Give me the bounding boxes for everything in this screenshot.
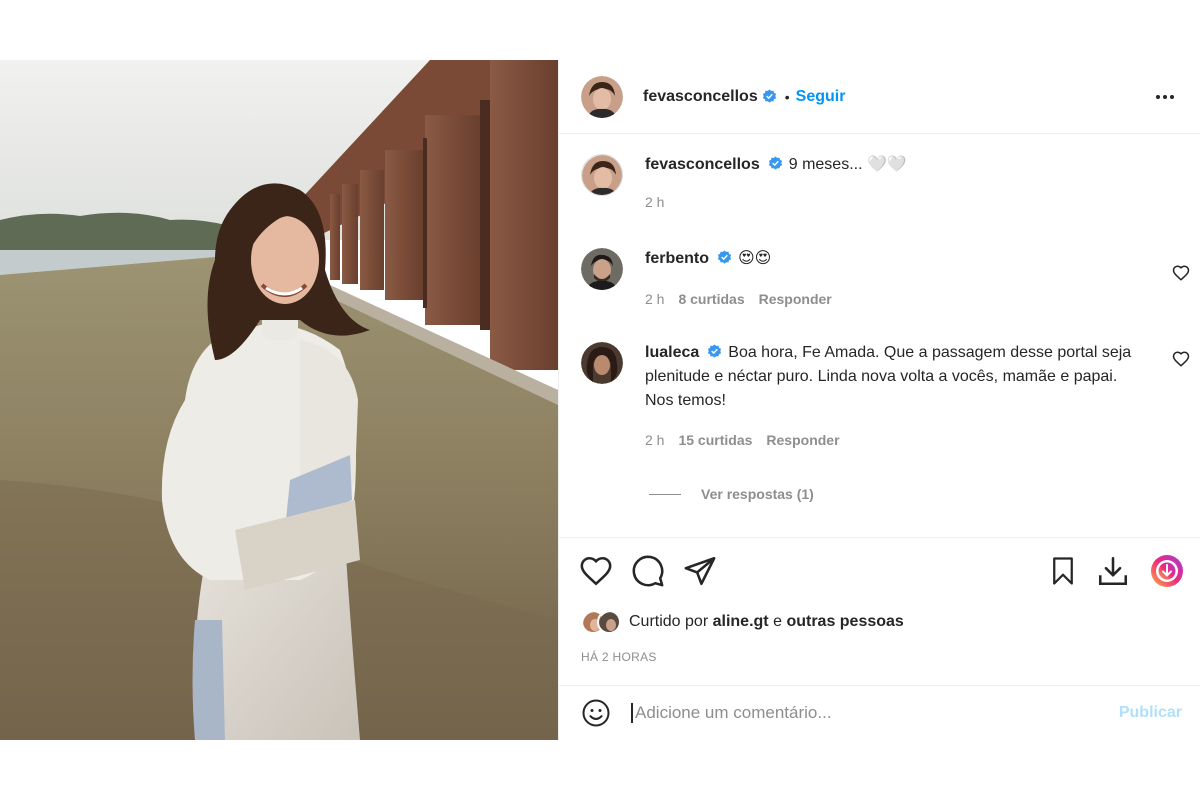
comment-likes[interactable]: 15 curtidas	[678, 432, 752, 448]
post-photo[interactable]	[0, 60, 558, 740]
caption-meta: 2 h	[645, 194, 664, 210]
commenter-username[interactable]: ferbento	[645, 250, 709, 267]
post-image	[0, 60, 558, 740]
author-username[interactable]: fevasconcellos	[643, 88, 758, 106]
comment-text-line: lualeca Boa hora, Fe Amada. Que a passage…	[645, 341, 1142, 413]
header-separator: •	[784, 88, 790, 105]
replies-divider-line	[649, 493, 681, 495]
verified-badge-icon	[708, 344, 722, 358]
like-heart-icon[interactable]	[579, 554, 613, 588]
download-extension-icon[interactable]	[1150, 554, 1184, 588]
comment-body: 😍😍	[738, 250, 772, 267]
caption-username[interactable]: fevasconcellos	[645, 156, 760, 173]
verified-badge-icon	[762, 89, 776, 103]
emoji-icon[interactable]	[581, 698, 611, 728]
view-replies-button[interactable]: Ver respostas (1)	[649, 486, 814, 502]
comment-time[interactable]: 2 h	[645, 291, 664, 307]
share-send-icon[interactable]	[683, 554, 717, 588]
like-comment-heart-icon[interactable]	[1172, 350, 1190, 368]
action-icons-row	[579, 554, 1184, 590]
download-icon[interactable]	[1096, 554, 1130, 588]
commenter-avatar[interactable]	[581, 342, 623, 384]
post-timestamp[interactable]: HÁ 2 HORAS	[581, 650, 657, 664]
post-header: fevasconcellos • Seguir	[559, 60, 1200, 134]
liked-by[interactable]: Curtido por aline.gt e outras pessoas	[581, 610, 904, 634]
liked-by-user[interactable]: aline.gt	[713, 613, 769, 630]
comment-text-line: ferbento 😍😍	[645, 247, 1142, 271]
caption-time[interactable]: 2 h	[645, 194, 664, 210]
liked-by-conj: e	[773, 613, 782, 630]
reply-button[interactable]: Responder	[766, 432, 839, 448]
caption-author-avatar[interactable]	[581, 154, 623, 196]
save-bookmark-icon[interactable]	[1048, 554, 1078, 588]
comment-likes[interactable]: 8 curtidas	[678, 291, 744, 307]
liked-by-prefix: Curtido por	[629, 613, 709, 630]
like-comment-heart-icon[interactable]	[1172, 264, 1190, 282]
comment-input[interactable]	[631, 703, 1119, 723]
liker-avatar	[597, 610, 621, 634]
author-avatar[interactable]	[581, 75, 623, 118]
liked-by-others[interactable]: outras pessoas	[786, 613, 903, 630]
view-replies-label: Ver respostas (1)	[701, 486, 814, 502]
caption: fevasconcellos 9 meses... 🤍🤍 2 h	[581, 154, 1178, 224]
caption-body: 9 meses... 🤍🤍	[788, 156, 907, 173]
publish-button[interactable]: Publicar	[1119, 704, 1182, 722]
verified-badge-icon	[717, 250, 732, 264]
liked-by-text: Curtido por aline.gt e outras pessoas	[629, 613, 904, 631]
comment-bubble-icon[interactable]	[631, 554, 665, 588]
caption-text-line: fevasconcellos 9 meses... 🤍🤍	[645, 153, 1142, 177]
post-actions: Curtido por aline.gt e outras pessoas HÁ…	[559, 537, 1200, 685]
comment-meta: 2 h 8 curtidas Responder	[645, 291, 832, 307]
follow-button[interactable]: Seguir	[796, 88, 846, 106]
commenter-username[interactable]: lualeca	[645, 344, 699, 361]
commenter-avatar[interactable]	[581, 248, 623, 290]
comment-time[interactable]: 2 h	[645, 432, 664, 448]
verified-badge-icon	[768, 156, 782, 170]
comment-item: ferbento 😍😍 2 h 8 curtidas Responder	[581, 247, 1190, 318]
reply-button[interactable]: Responder	[759, 291, 832, 307]
more-horizontal-icon[interactable]	[1152, 84, 1178, 110]
comment-meta: 2 h 15 curtidas Responder	[645, 432, 840, 448]
comment-item: lualeca Boa hora, Fe Amada. Que a passage…	[581, 341, 1190, 472]
post-side-panel: fevasconcellos • Seguir fevasconcellos 9 …	[558, 60, 1200, 740]
comments-list[interactable]: fevasconcellos 9 meses... 🤍🤍 2 h ferbento…	[559, 134, 1200, 537]
add-comment-bar: Publicar	[559, 685, 1200, 740]
